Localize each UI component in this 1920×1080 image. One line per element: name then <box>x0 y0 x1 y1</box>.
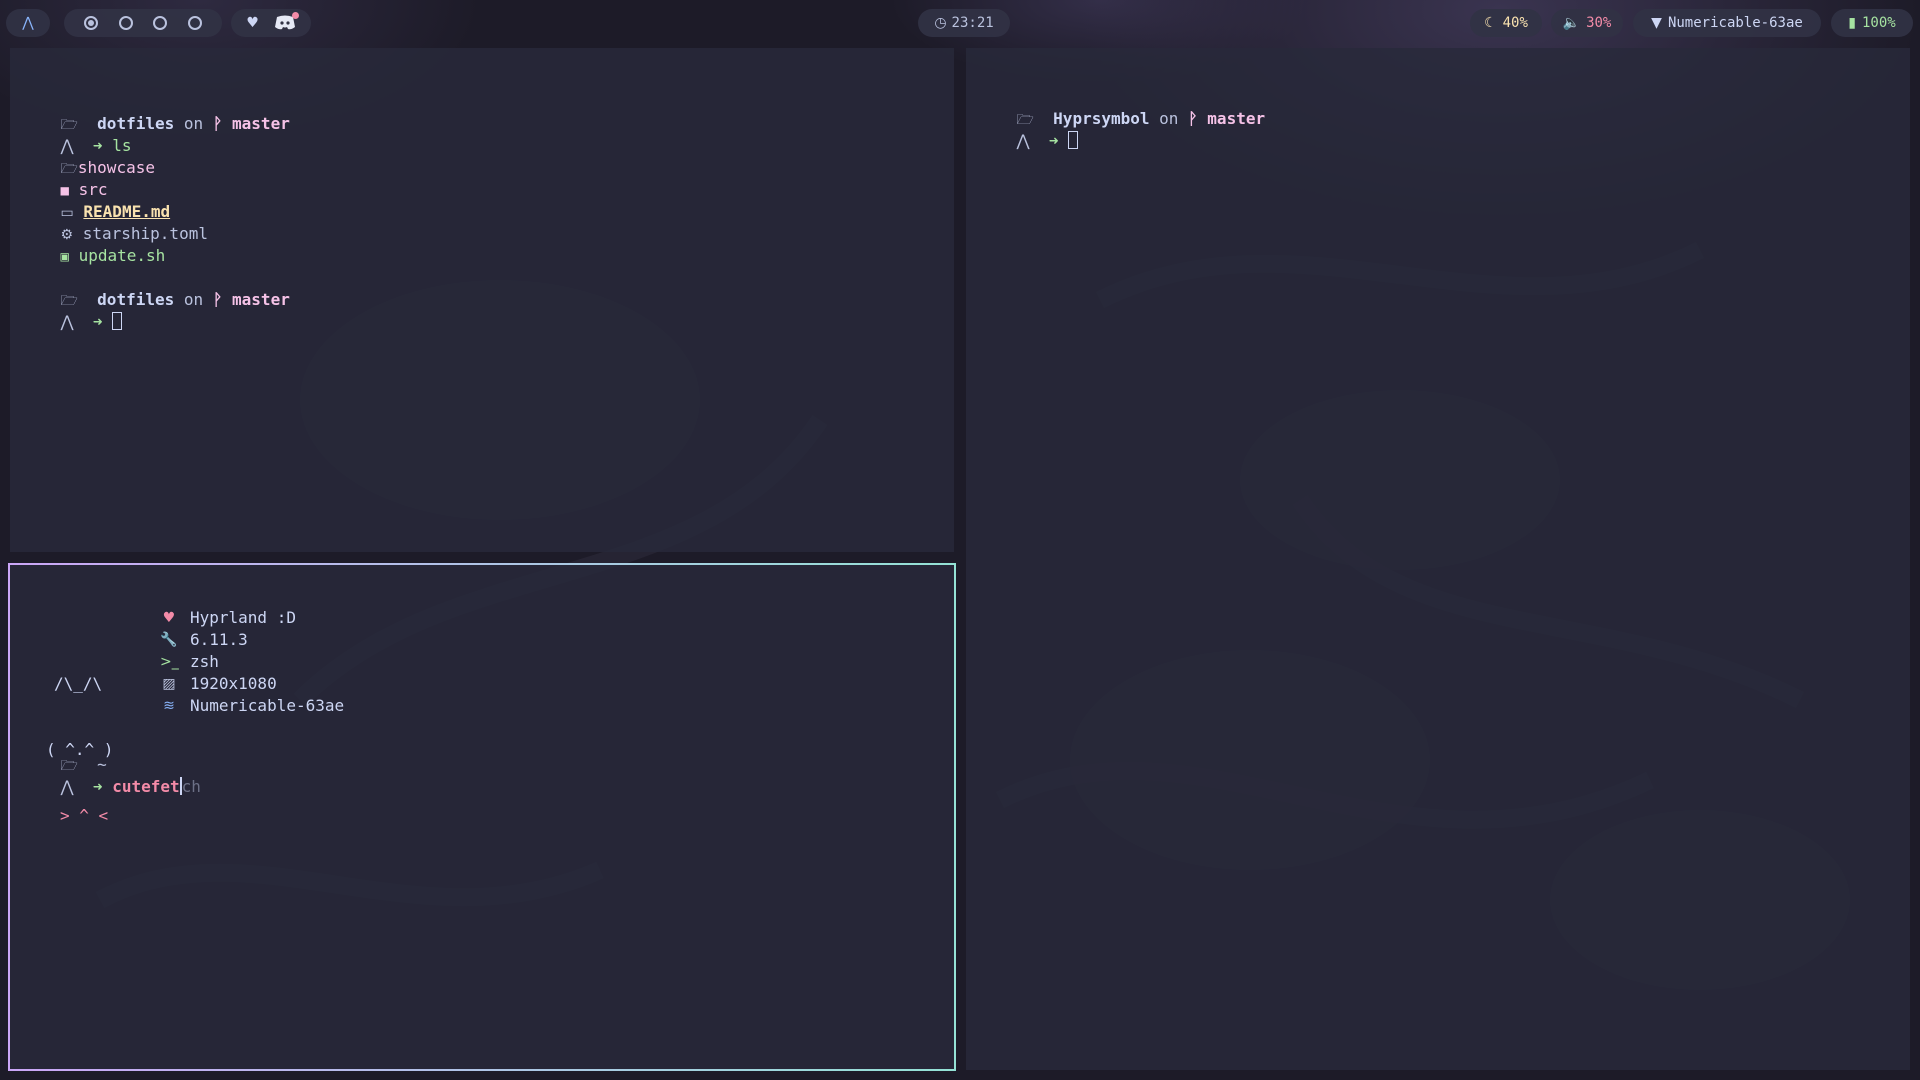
prompt-branch: master <box>232 114 290 133</box>
battery-widget[interactable]: ▮ 100% <box>1831 9 1913 37</box>
info-row-wm: ♥ Hyprland :D <box>160 607 344 629</box>
info-row-network: ≋ Numericable-63ae <box>160 695 344 717</box>
workspace-2-indicator[interactable] <box>118 16 133 30</box>
prompt-on: on <box>183 290 204 309</box>
branch-icon: ᚹ <box>212 290 223 309</box>
vpn-shield-icon[interactable]: ♥ <box>246 15 259 31</box>
lambda-icon: ⋀ <box>60 312 74 331</box>
ascii-line: /\_/\ <box>54 674 103 693</box>
workspace-3-indicator[interactable] <box>153 16 168 30</box>
typed-command: cutefet <box>112 777 180 796</box>
battery-icon: ▮ <box>1848 15 1856 31</box>
info-value: 1920x1080 <box>190 674 277 693</box>
system-tray: ♥ <box>231 9 311 37</box>
file-name: update.sh <box>78 246 166 265</box>
lambda-icon: ⋀ <box>60 777 74 796</box>
volume-value: 30% <box>1586 15 1612 31</box>
terminal-window-focused[interactable]: /\_/\ ( ^.^ ) > ^ < ♥ Hyprland :D 🔧 6.11.3… <box>8 563 956 1071</box>
battery-value: 100% <box>1862 15 1896 31</box>
command-line[interactable]: ⋀ ➜ <box>22 289 123 331</box>
arch-logo-icon: ⋀ <box>22 15 34 31</box>
wrench-icon: 🔧 <box>160 632 178 648</box>
moon-icon: ☾ <box>1484 15 1497 31</box>
image-icon: ▨ <box>162 676 176 692</box>
text-cursor <box>1068 131 1079 149</box>
terminal-icon: >_ <box>160 654 179 670</box>
top-bar: ⋀ ♥ ◷ 23:21 ☾ 40% 🔈 30% ▼ Numericable-63… <box>0 0 1920 46</box>
heart-icon: ♥ <box>162 610 176 626</box>
info-value: 6.11.3 <box>190 630 248 649</box>
branch-icon: ᚹ <box>1188 109 1198 128</box>
brightness-widget[interactable]: ☾ 40% <box>1470 9 1542 37</box>
autosuggestion: ch <box>181 777 201 796</box>
clock-time: 23:21 <box>951 15 994 31</box>
network-widget[interactable]: ▼ Numericable-63ae <box>1633 9 1821 37</box>
info-value: zsh <box>190 652 219 671</box>
prompt-line: 🗁 ~ <box>22 732 107 774</box>
arrow-icon: ➜ <box>92 777 103 796</box>
command-line[interactable]: ⋀ ➜ cutefet ch <box>22 754 201 796</box>
prompt-branch: master <box>1207 109 1266 128</box>
wifi-icon: ≋ <box>163 698 175 714</box>
branch-icon: ᚹ <box>212 114 223 133</box>
ascii-line: > ^ < <box>60 806 109 825</box>
system-info: ♥ Hyprland :D 🔧 6.11.3 >_ zsh ▨ 1920x1080 ≋ N… <box>160 607 344 717</box>
command-line: ⋀ ➜ ls <box>22 113 132 155</box>
arrow-icon: ➜ <box>92 312 103 331</box>
info-value: Hyprland :D <box>190 608 296 627</box>
workspace-1-indicator[interactable] <box>84 16 99 30</box>
terminal-window-dotfiles[interactable]: 🗁 dotfiles on ᚹ master ⋀ ➜ ls 🗁showcase … <box>10 48 954 552</box>
command-line[interactable]: ⋀ ➜ <box>978 108 1079 150</box>
info-row-kernel: 🔧 6.11.3 <box>160 629 344 651</box>
prompt-line: 🗁 Hyprsymbol on ᚹ master <box>978 86 1266 128</box>
wifi-icon: ▼ <box>1651 15 1662 31</box>
text-cursor <box>112 312 123 330</box>
workspace-4-indicator[interactable] <box>187 16 202 30</box>
file-entry: 🗁showcase <box>22 135 155 177</box>
discord-icon[interactable] <box>274 12 299 31</box>
file-entry: ■ src <box>22 157 108 199</box>
lambda-icon: ⋀ <box>1016 131 1030 150</box>
clock-widget[interactable]: ◷ 23:21 <box>918 9 1010 37</box>
volume-widget[interactable]: 🔈 30% <box>1551 9 1623 37</box>
speaker-icon: 🔈 <box>1562 15 1581 31</box>
prompt-line: 🗁 dotfiles on ᚹ master <box>22 267 290 309</box>
prompt-on: on <box>183 114 204 133</box>
network-name: Numericable-63ae <box>1667 15 1803 31</box>
file-entry: ▣ update.sh <box>22 223 166 265</box>
prompt-branch: master <box>232 290 290 309</box>
brightness-value: 40% <box>1502 15 1528 31</box>
launcher-button[interactable]: ⋀ <box>6 9 50 37</box>
prompt-line: 🗁 dotfiles on ᚹ master <box>22 91 290 133</box>
file-entry: ⚙ starship.toml <box>22 201 208 243</box>
info-row-resolution: ▨ 1920x1080 <box>160 673 344 695</box>
info-value: Numericable-63ae <box>190 696 345 715</box>
arrow-icon: ➜ <box>1048 131 1059 150</box>
workspace-switcher <box>64 9 222 37</box>
notification-dot <box>291 12 299 19</box>
file-entry: ▭ README.md <box>22 179 171 221</box>
script-icon: ▣ <box>60 249 69 265</box>
terminal-window-hyprsymbol[interactable]: 🗁 Hyprsymbol on ᚹ master ⋀ ➜ <box>966 48 1910 1070</box>
info-row-shell: >_ zsh <box>160 651 344 673</box>
clock-icon: ◷ <box>934 15 947 31</box>
prompt-on: on <box>1159 109 1179 128</box>
